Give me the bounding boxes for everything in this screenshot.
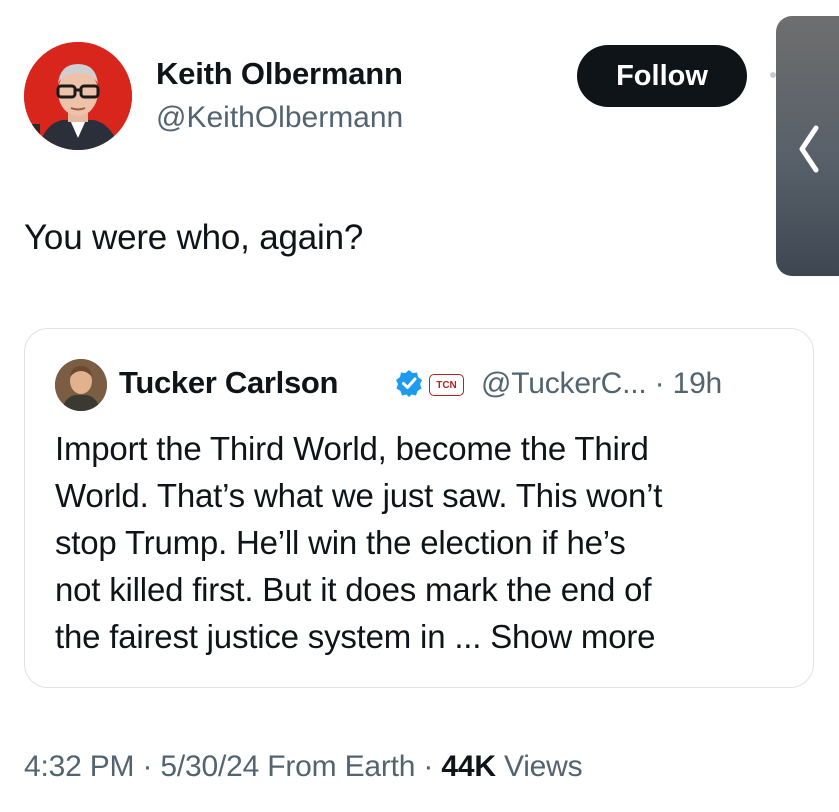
footer-separator: · [142, 750, 153, 783]
quoted-text-line-last: the fairest justice system in ... [55, 618, 482, 655]
quoted-meta: @TuckerC... · 19h [481, 367, 722, 401]
views-label[interactable]: Views [504, 750, 583, 783]
follow-button[interactable]: Follow [577, 45, 747, 107]
avatar-image [24, 42, 132, 150]
footer-separator: · [423, 750, 434, 783]
quoted-text-line: stop Trump. He’ll win the election if he… [55, 524, 626, 561]
tweet-text: You were who, again? [24, 218, 364, 257]
show-more-link[interactable]: Show more [490, 618, 655, 655]
author-avatar[interactable] [24, 42, 132, 150]
tweet-date[interactable]: 5/30/24 [160, 750, 259, 783]
affiliate-badge: TCN [429, 374, 464, 396]
author-name[interactable]: Keith Olbermann [156, 56, 403, 92]
quoted-text-line: the fairest justice system in ... Show m… [55, 613, 795, 660]
tweet-metadata: 4:32 PM · 5/30/24 From Earth · 44K Views [24, 750, 583, 784]
quoted-author-avatar[interactable] [55, 359, 107, 411]
tweet-source: From Earth [267, 750, 416, 783]
quoted-tweet-card[interactable]: Tucker Carlson TCN @TuckerC... · 19h Imp… [24, 328, 814, 688]
quoted-text-line: World. That’s what we just saw. This won… [55, 477, 663, 514]
quoted-author-name[interactable]: Tucker Carlson [119, 365, 339, 401]
quoted-author-handle[interactable]: @TuckerC... [481, 367, 647, 400]
quoted-text-line: not killed first. But it does mark the e… [55, 571, 652, 608]
quoted-avatar-image [55, 359, 107, 411]
meta-separator: · [654, 367, 665, 400]
chevron-left-icon [799, 125, 819, 173]
quoted-text-line: Import the Third World, become the Third [55, 430, 649, 467]
quoted-timestamp[interactable]: 19h [673, 367, 723, 400]
tweet-time[interactable]: 4:32 PM [24, 750, 135, 783]
views-count[interactable]: 44K [441, 750, 496, 783]
quoted-tweet-text: Import the Third World, become the Third… [55, 425, 795, 660]
verified-badge-icon [396, 370, 422, 397]
author-handle[interactable]: @KeithOlbermann [156, 101, 403, 135]
side-panel-handle[interactable] [776, 16, 839, 276]
